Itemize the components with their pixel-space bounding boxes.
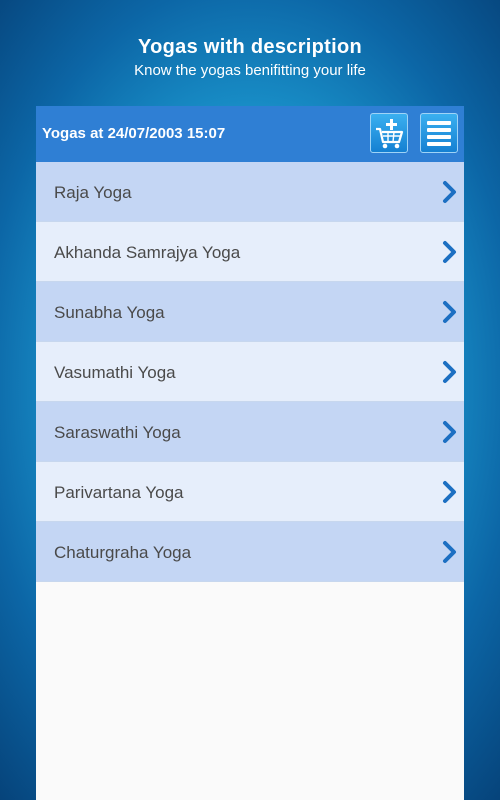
list-item-label: Chaturgraha Yoga bbox=[54, 543, 192, 562]
list-item-label: Raja Yoga bbox=[54, 183, 132, 202]
list-item-raja-yoga[interactable]: Raja Yoga bbox=[36, 162, 464, 222]
chevron-right-icon bbox=[443, 301, 456, 323]
chevron-right-icon bbox=[443, 181, 456, 203]
hero-title: Yogas with description bbox=[137, 36, 363, 58]
cart-button[interactable] bbox=[370, 113, 408, 153]
chevron-right-icon bbox=[443, 541, 456, 563]
list-item-label: Parivartana Yoga bbox=[54, 483, 184, 502]
cart-add-icon bbox=[376, 119, 404, 149]
list-item-label: Sunabha Yoga bbox=[54, 303, 165, 322]
panel-header: Yogas at 24/07/2003 15:07 bbox=[36, 106, 464, 162]
chevron-right-icon bbox=[443, 361, 456, 383]
list-item-saraswathi-yoga[interactable]: Saraswathi Yoga bbox=[36, 402, 464, 462]
chevron-right-icon bbox=[443, 421, 456, 443]
list-item-akhanda-samrajya-yoga[interactable]: Akhanda Samrajya Yoga bbox=[36, 222, 464, 282]
list-item-chaturgraha-yoga[interactable]: Chaturgraha Yoga bbox=[36, 522, 464, 582]
header-title: Yogas at 24/07/2003 15:07 bbox=[42, 125, 226, 142]
screen-background: Yogas with description Know the yogas be… bbox=[0, 0, 500, 800]
yoga-list-panel: Yogas at 24/07/2003 15:07 Raja Yoga Akha… bbox=[36, 106, 464, 800]
list-item-sunabha-yoga[interactable]: Sunabha Yoga bbox=[36, 282, 464, 342]
list-item-label: Saraswathi Yoga bbox=[54, 423, 181, 442]
list-item-label: Vasumathi Yoga bbox=[54, 363, 176, 382]
list-item-vasumathi-yoga[interactable]: Vasumathi Yoga bbox=[36, 342, 464, 402]
hamburger-menu-icon bbox=[427, 121, 451, 146]
menu-button[interactable] bbox=[420, 113, 458, 153]
list-item-parivartana-yoga[interactable]: Parivartana Yoga bbox=[36, 462, 464, 522]
yoga-list: Raja Yoga Akhanda Samrajya Yoga Sunabha … bbox=[36, 162, 464, 582]
list-item-label: Akhanda Samrajya Yoga bbox=[54, 243, 241, 262]
chevron-right-icon bbox=[443, 481, 456, 503]
chevron-right-icon bbox=[443, 241, 456, 263]
hero-subtitle: Know the yogas benifitting your life bbox=[134, 62, 366, 79]
